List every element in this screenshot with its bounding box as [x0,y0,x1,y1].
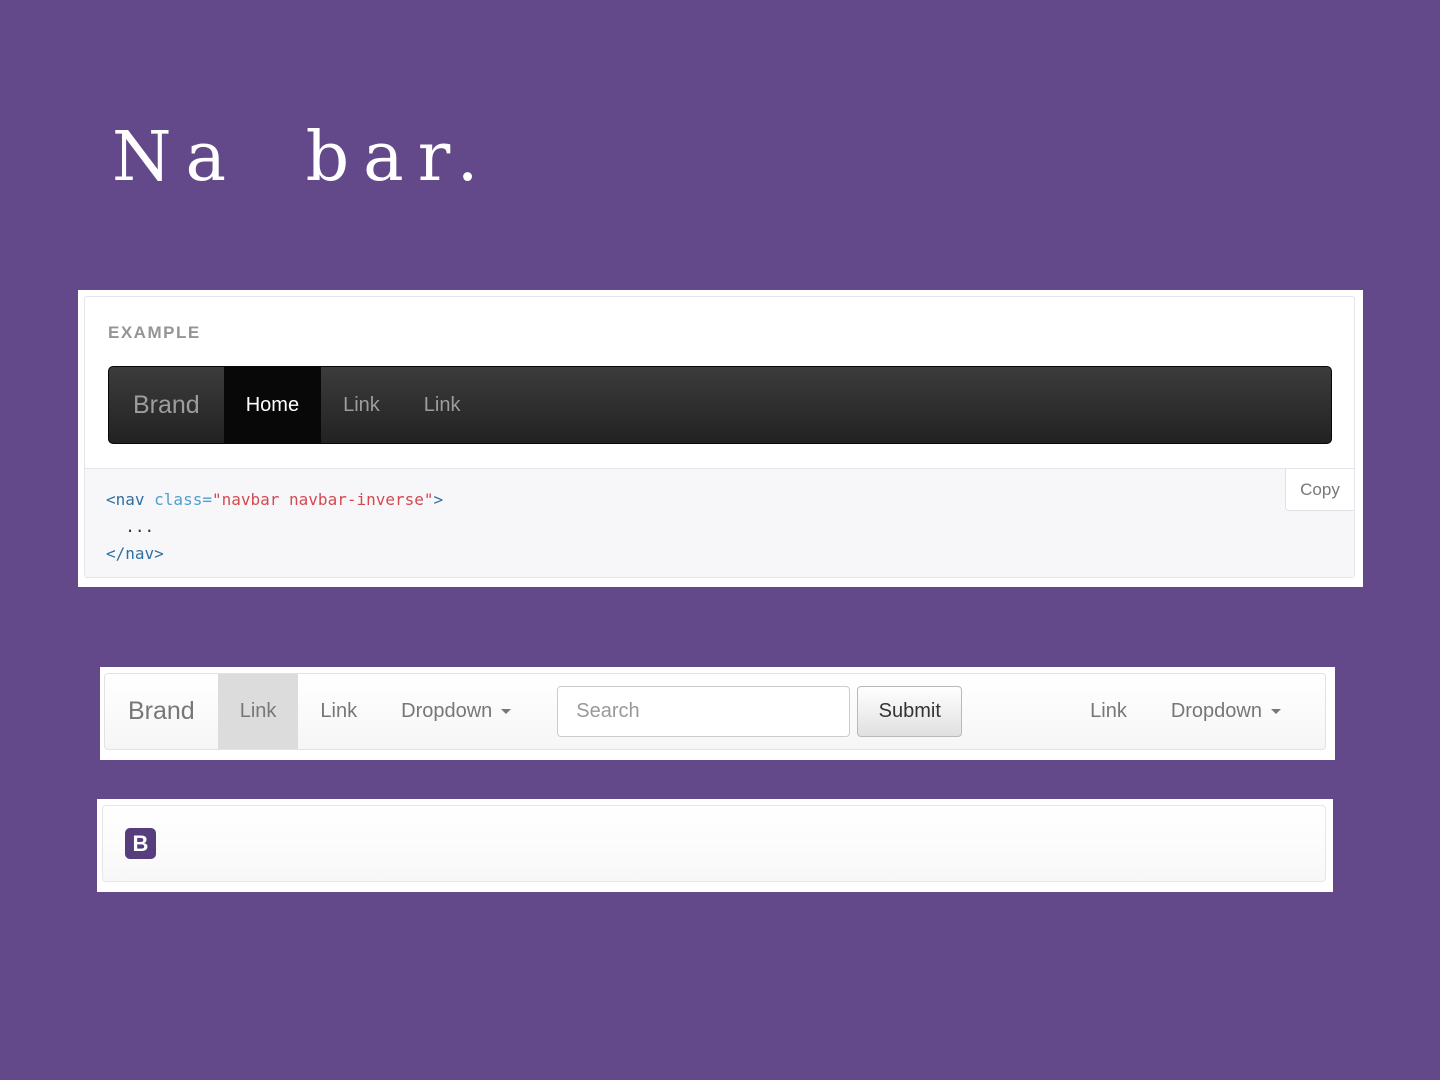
code-block: <nav class="navbar navbar-inverse"> ... … [85,468,1354,577]
slide-title: Na bar. [112,118,493,197]
navbar-brand[interactable]: Brand [109,391,224,420]
navbar-right: Link Dropdown [1068,674,1303,749]
logo-navbar: B [102,805,1326,882]
dropdown-label: Dropdown [401,700,493,722]
default-navbar-card: Brand Link Link Dropdown Submit Link Dro… [100,667,1335,760]
code-end-tag: </nav> [106,544,164,563]
bootstrap-logo-icon[interactable]: B [125,828,156,859]
copy-button[interactable]: Copy [1285,469,1354,511]
default-navbar: Brand Link Link Dropdown Submit Link Dro… [104,673,1326,750]
nav-link[interactable]: Link [1068,674,1149,749]
dropdown-label: Dropdown [1170,700,1262,722]
navbar-brand[interactable]: Brand [105,697,218,726]
nav-link-active[interactable]: Link [217,674,299,749]
inverse-navbar: Brand Home Link Link [108,366,1332,444]
code-open-tag: <nav [106,490,145,509]
caret-down-icon [1271,709,1281,714]
search-input[interactable] [557,686,851,737]
nav-dropdown[interactable]: Dropdown [379,674,533,749]
code-bracket: > [433,490,444,509]
nav-dropdown[interactable]: Dropdown [1149,674,1303,749]
nav-home[interactable]: Home [223,367,322,443]
code-dots: ... [106,517,155,536]
caret-down-icon [501,709,512,714]
code-attr: class= [144,490,212,509]
nav-link[interactable]: Link [402,367,483,443]
logo-navbar-card: B [97,799,1333,892]
nav-link[interactable]: Link [298,674,379,749]
submit-button[interactable]: Submit [857,686,963,737]
example-label: EXAMPLE [108,323,201,342]
example-card: EXAMPLE Brand Home Link Link <nav class=… [78,290,1363,587]
nav-link[interactable]: Link [321,367,402,443]
code-value: "navbar navbar-inverse" [211,490,434,509]
